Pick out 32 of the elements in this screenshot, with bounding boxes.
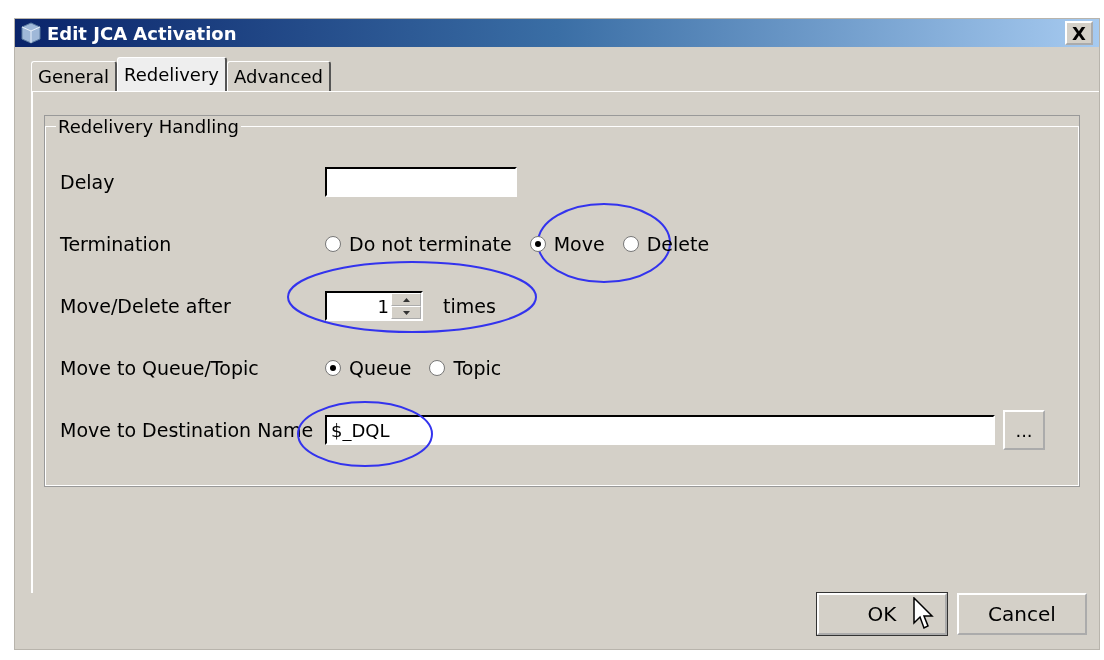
browse-button[interactable]: ... bbox=[1003, 410, 1045, 450]
spin-up-button[interactable] bbox=[391, 293, 421, 306]
radio-button[interactable] bbox=[429, 360, 446, 376]
radio-option[interactable]: Queue bbox=[325, 357, 412, 379]
radio-button[interactable] bbox=[622, 236, 639, 252]
down-arrow-icon bbox=[402, 310, 410, 315]
unit-label: times bbox=[443, 294, 496, 319]
field-label: Delay bbox=[60, 170, 116, 195]
close-button[interactable]: X bbox=[1065, 21, 1093, 45]
radio-button[interactable] bbox=[325, 236, 341, 252]
spinner-field[interactable]: 1 bbox=[325, 291, 423, 321]
up-arrow-icon bbox=[402, 297, 410, 302]
window-title: Edit JCA Activation bbox=[47, 22, 238, 44]
spin-down-button[interactable] bbox=[391, 306, 421, 319]
ok-button[interactable]: OK bbox=[817, 593, 947, 635]
mouse-cursor-icon bbox=[913, 597, 935, 631]
field-label: Move to Queue/Topic bbox=[60, 356, 260, 381]
radio-option[interactable]: Topic bbox=[429, 357, 502, 379]
radio-option[interactable]: Move bbox=[529, 233, 605, 255]
tab[interactable]: General bbox=[31, 61, 117, 91]
cube-icon bbox=[21, 22, 41, 44]
radio-button[interactable] bbox=[529, 236, 546, 252]
tab[interactable]: Advanced bbox=[227, 61, 331, 91]
field-label: Move/Delete after bbox=[60, 294, 232, 319]
group-title: Redelivery Handling bbox=[57, 116, 240, 137]
radio-button[interactable] bbox=[325, 360, 341, 376]
field-label: Termination bbox=[60, 232, 173, 257]
delay-field[interactable] bbox=[325, 167, 517, 197]
cancel-button[interactable]: Cancel bbox=[957, 593, 1087, 635]
tab[interactable]: Redelivery bbox=[116, 57, 227, 91]
radio-option[interactable]: Do not terminate bbox=[325, 233, 512, 255]
destination-field[interactable]: $_DQL bbox=[325, 415, 995, 445]
